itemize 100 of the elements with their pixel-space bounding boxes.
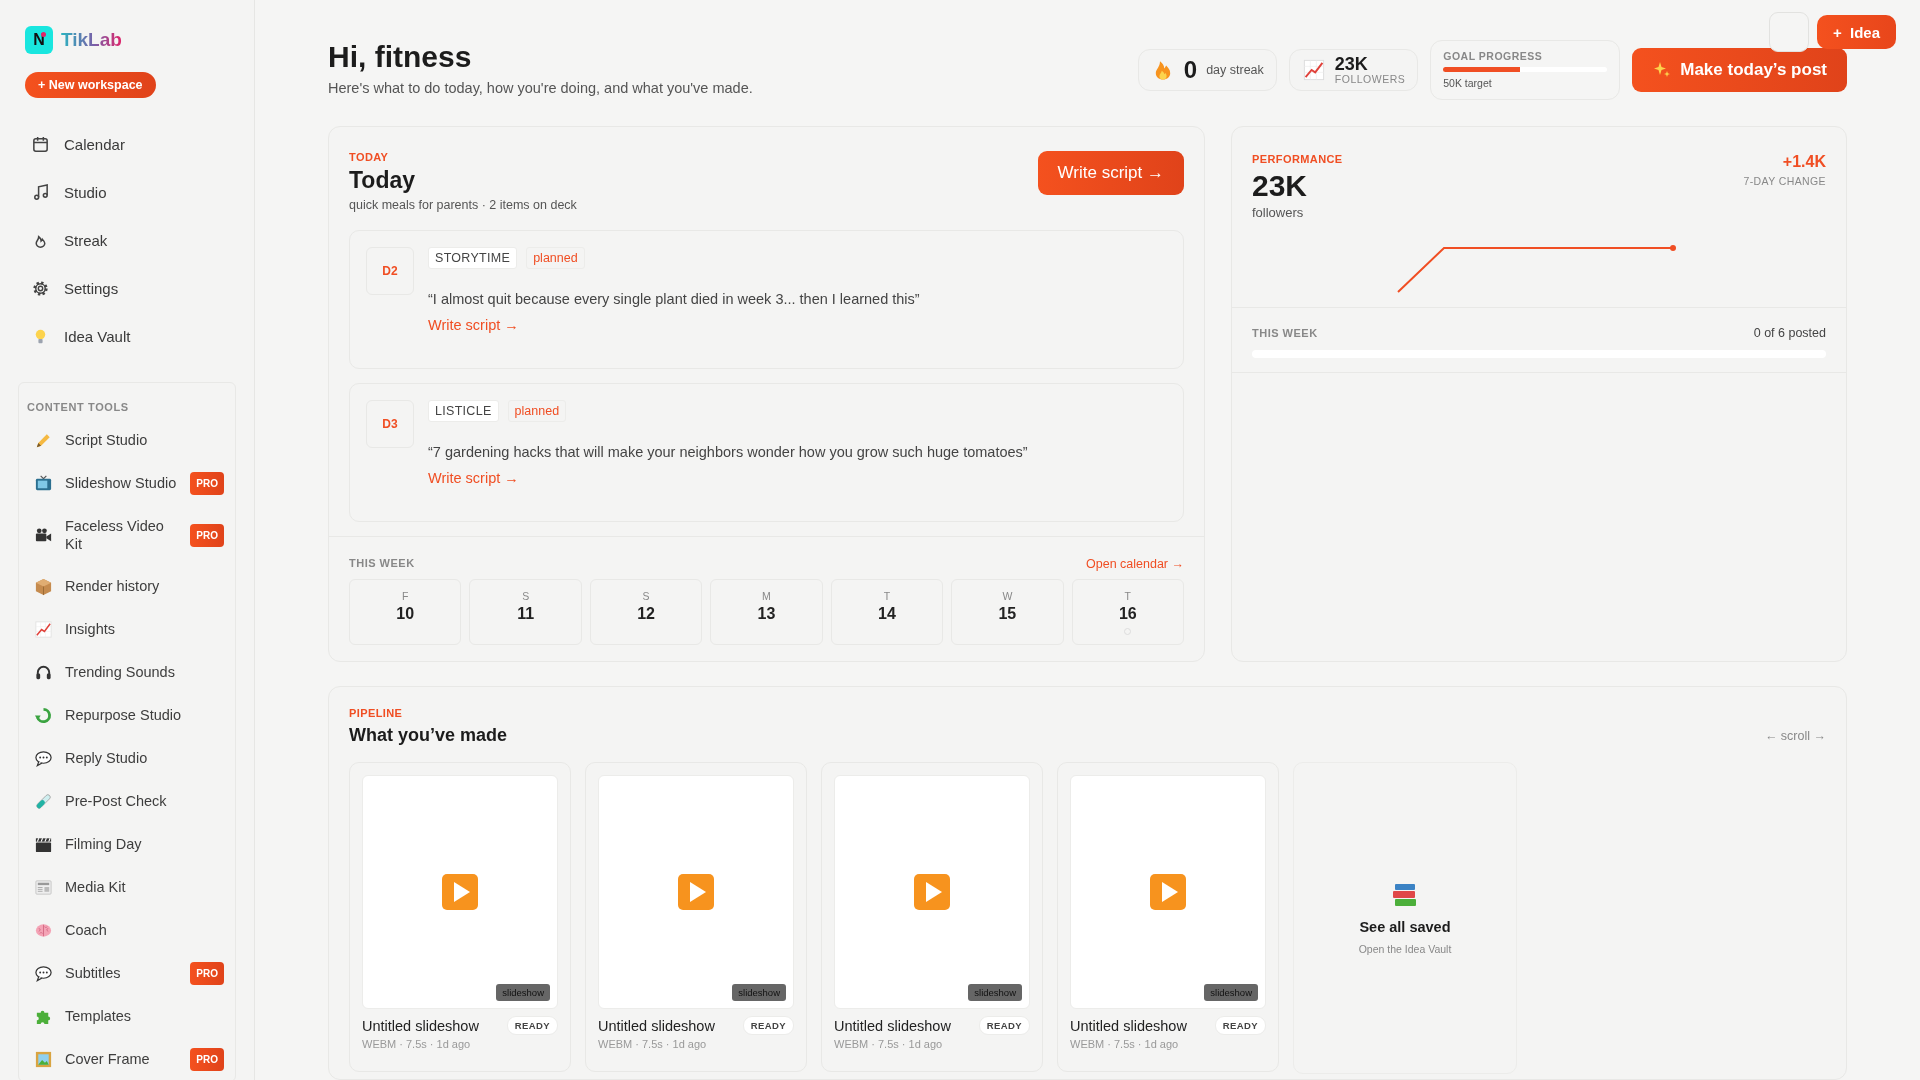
type-tag: slideshow [496, 984, 550, 1001]
headphones-icon [34, 663, 53, 682]
change-value: +1.4K [1781, 153, 1826, 171]
change-label: 7-DAY CHANGE [1743, 175, 1826, 187]
followers-label: followers [1252, 205, 1305, 220]
nav-item[interactable]: Streak [18, 216, 236, 264]
write-script-button[interactable]: Write script → [1037, 151, 1184, 195]
card-title: Today [349, 167, 417, 194]
make-post-button[interactable]: Make today’s post [1632, 48, 1847, 92]
video-title: Untitled slideshow [362, 1017, 479, 1034]
subtitle: Here's what to do today, how you're doing, and what you've made. [328, 80, 753, 96]
status-badge: READY [1214, 1016, 1266, 1035]
books-icon [1391, 881, 1419, 909]
video-meta: WEBM · 7.5s · 1d ago [362, 1038, 472, 1050]
type-tag: slideshow [968, 984, 1022, 1001]
section-heading: CONTENT TOOLS [26, 401, 130, 413]
tv-icon [34, 474, 53, 493]
tool-item[interactable]: Trending Sounds [26, 651, 228, 694]
scroll-hint: ← scroll → [1764, 729, 1826, 743]
pro-badge: PRO [190, 472, 224, 495]
status-badge: READY [742, 1016, 794, 1035]
brain-icon [34, 921, 53, 940]
status-tag: planned [507, 400, 567, 422]
nav-item[interactable]: Idea Vault [18, 312, 236, 360]
video-card[interactable]: slideshow Untitled slideshow READY WEBM · 7.5s · 1d ago [821, 762, 1043, 1072]
tool-item[interactable]: Repurpose Studio [26, 694, 228, 737]
followers-count: 23K [1252, 169, 1309, 203]
goal-label: GOAL PROGRESS [1443, 50, 1544, 62]
play-icon [1150, 874, 1186, 910]
day-cell[interactable]: S 11 [469, 579, 582, 645]
nav-item[interactable]: Settings [18, 264, 236, 312]
video-title: Untitled slideshow [598, 1017, 715, 1034]
greeting: Hi, fitness [328, 40, 473, 74]
format-tag: LISTICLE [428, 400, 499, 422]
play-icon [678, 874, 714, 910]
status-badge: READY [978, 1016, 1030, 1035]
tool-item[interactable]: Subtitles PRO [26, 952, 228, 995]
tool-item[interactable]: Script Studio [26, 419, 228, 462]
speech-bubble-icon [34, 749, 53, 768]
section-label: TODAY [349, 151, 390, 163]
play-icon [914, 874, 950, 910]
nav-item[interactable]: Calendar [18, 120, 236, 168]
day-cell[interactable]: M 13 [710, 579, 823, 645]
day-cell[interactable]: S 12 [589, 579, 703, 645]
day-cell[interactable]: F 10 [349, 579, 462, 645]
video-card[interactable]: slideshow Untitled slideshow READY WEBM · 7.5s · 1d ago [1057, 762, 1279, 1072]
video-meta: WEBM · 7.5s · 1d ago [834, 1038, 944, 1050]
goal-caption: 50K target [1443, 77, 1493, 89]
new-workspace-button[interactable]: + New workspace [25, 72, 156, 98]
video-card[interactable]: slideshow Untitled slideshow READY WEBM · 7.5s · 1d ago [585, 762, 807, 1072]
tool-item[interactable]: Faceless Video Kit PRO [26, 505, 228, 565]
hook-text: “I almost quit because every single plant died in week 3... then I learned this” [428, 291, 920, 307]
tool-item[interactable]: Insights [26, 608, 228, 651]
recycle-icon [34, 706, 53, 725]
speech-bubble-icon [34, 964, 53, 983]
video-card[interactable]: slideshow Untitled slideshow READY WEBM · 7.5s · 1d ago [349, 762, 571, 1072]
video-title: Untitled slideshow [834, 1017, 951, 1034]
blank-button[interactable] [1768, 12, 1809, 52]
tool-item[interactable]: Reply Studio [26, 737, 228, 780]
chart-icon [1301, 58, 1326, 82]
tool-item[interactable]: Cover Frame PRO [26, 1038, 228, 1080]
tool-item[interactable]: Pre-Post Check [26, 780, 228, 823]
see-all-caption: Open the Idea Vault [1358, 943, 1452, 955]
tool-item[interactable]: Templates [26, 995, 228, 1038]
see-all-card[interactable]: See all saved Open the Idea Vault [1293, 762, 1517, 1074]
status-tag: planned [526, 247, 585, 269]
day-cell[interactable]: T 14 [830, 579, 944, 645]
day-badge: D2 [366, 247, 414, 295]
idea-button[interactable]: + Idea [1816, 15, 1896, 49]
tool-item[interactable]: Media Kit [26, 866, 228, 909]
status-badge: READY [506, 1016, 558, 1035]
section-label: PERFORMANCE [1252, 153, 1343, 165]
day-cell[interactable]: W 15 [951, 579, 1064, 645]
settings-icon [31, 278, 50, 298]
nav-item[interactable]: Studio [18, 168, 236, 216]
pro-badge: PRO [190, 962, 224, 985]
day-cell[interactable]: T 16 [1071, 579, 1184, 645]
see-all-title: See all saved [1359, 919, 1451, 935]
tool-item[interactable]: Coach [26, 909, 228, 952]
section-label: THIS WEEK [1252, 327, 1318, 339]
section-label: PIPELINE [349, 707, 404, 719]
posted-count: 0 of 6 posted [1753, 326, 1826, 340]
followers-label: FOLLOWERS [1334, 73, 1406, 85]
streak-label: day streak [1206, 63, 1264, 77]
card-subtitle: quick meals for parents · 2 items on deck [349, 198, 577, 212]
video-meta: WEBM · 7.5s · 1d ago [1070, 1038, 1180, 1050]
video-meta: WEBM · 7.5s · 1d ago [598, 1038, 708, 1050]
picture-frame-icon [34, 1050, 53, 1069]
streak-count: 0 [1183, 56, 1198, 84]
tool-item[interactable]: Render history [26, 565, 228, 608]
tool-item[interactable]: Slideshow Studio PRO [26, 462, 228, 505]
tool-item[interactable]: Filming Day [26, 823, 228, 866]
section-label: THIS WEEK [349, 557, 415, 571]
calendar-icon [31, 134, 50, 154]
video-title: Untitled slideshow [1070, 1017, 1187, 1034]
music-note-icon [31, 182, 50, 202]
followers-count: 23K [1334, 55, 1369, 74]
chart-icon [34, 620, 53, 639]
clapperboard-icon [34, 835, 53, 854]
newspaper-icon [34, 878, 53, 897]
